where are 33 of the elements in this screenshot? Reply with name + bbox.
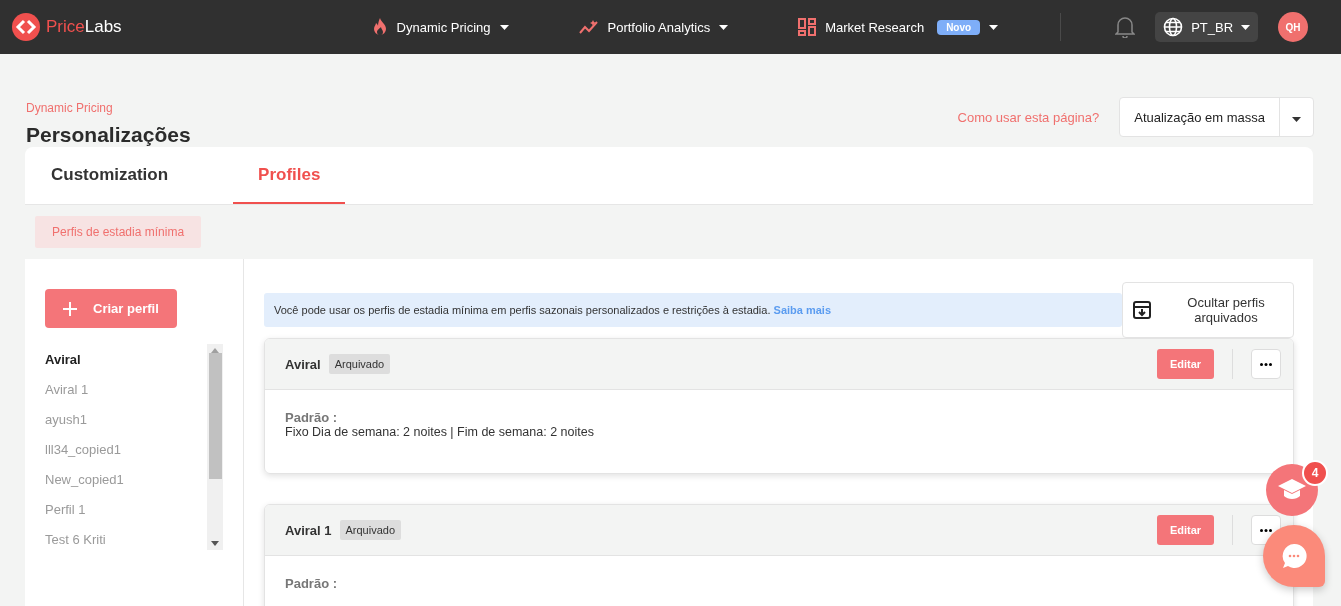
help-link[interactable]: Como usar esta página? (957, 110, 1100, 125)
profile-list-item[interactable]: Test 6 Kriti (45, 524, 106, 554)
user-avatar[interactable]: QH (1278, 12, 1309, 42)
info-message: Você pode usar os perfis de estadia mínima em perfis sazonais personalizados e restrições à estadia. Saiba mais (264, 293, 1122, 327)
breadcrumb[interactable]: Dynamic Pricing (26, 101, 191, 115)
profile-list-item[interactable]: lll34_copied1 (45, 434, 121, 464)
profile-list-item[interactable]: Perfil 1 (45, 494, 86, 524)
notification-badge: 4 (1302, 460, 1328, 486)
profile-name: Aviral (285, 356, 321, 372)
nav-menu[interactable]: Market Research Novo (798, 18, 999, 36)
learn-more-link[interactable]: Saiba mais (773, 304, 832, 316)
edit-button[interactable]: Editar (1157, 349, 1214, 379)
profile-list-item[interactable]: ayush1 (45, 404, 87, 434)
hide-archived-button[interactable]: Ocultar perfis arquivados (1122, 282, 1294, 338)
profile-detail: Fixo Dia de semana: 2 noites | Fim de semana: 2 noites (285, 425, 595, 439)
edit-button[interactable]: Editar (1157, 515, 1214, 545)
profile-list-item[interactable]: New_copied1 (45, 464, 124, 494)
brand-name: PriceLabs (46, 17, 122, 37)
profile-list-item[interactable]: Aviral (45, 344, 81, 374)
subtab[interactable]: Perfis de estadia mínima (35, 216, 202, 248)
profile-label: Padrão : (285, 410, 338, 425)
profile-list-item[interactable]: Aviral 1 (45, 374, 89, 404)
nav-menu[interactable]: Dynamic Pricing (371, 18, 509, 36)
nav-menu[interactable]: Portfolio Analytics (578, 19, 729, 35)
profile-name: Aviral 1 (285, 522, 332, 538)
profile-label: Padrão : (285, 576, 338, 591)
archived-tag: Arquivado (328, 354, 391, 374)
page-title: Personalizações (26, 123, 191, 147)
bulk-update-button[interactable]: Atualização em massa (1120, 98, 1279, 136)
tab[interactable]: Customization (51, 147, 194, 204)
archived-tag: Arquivado (339, 520, 402, 540)
language-selector[interactable]: PT_BR (1155, 12, 1259, 42)
create-profile-button[interactable]: Criar perfil (45, 289, 177, 328)
